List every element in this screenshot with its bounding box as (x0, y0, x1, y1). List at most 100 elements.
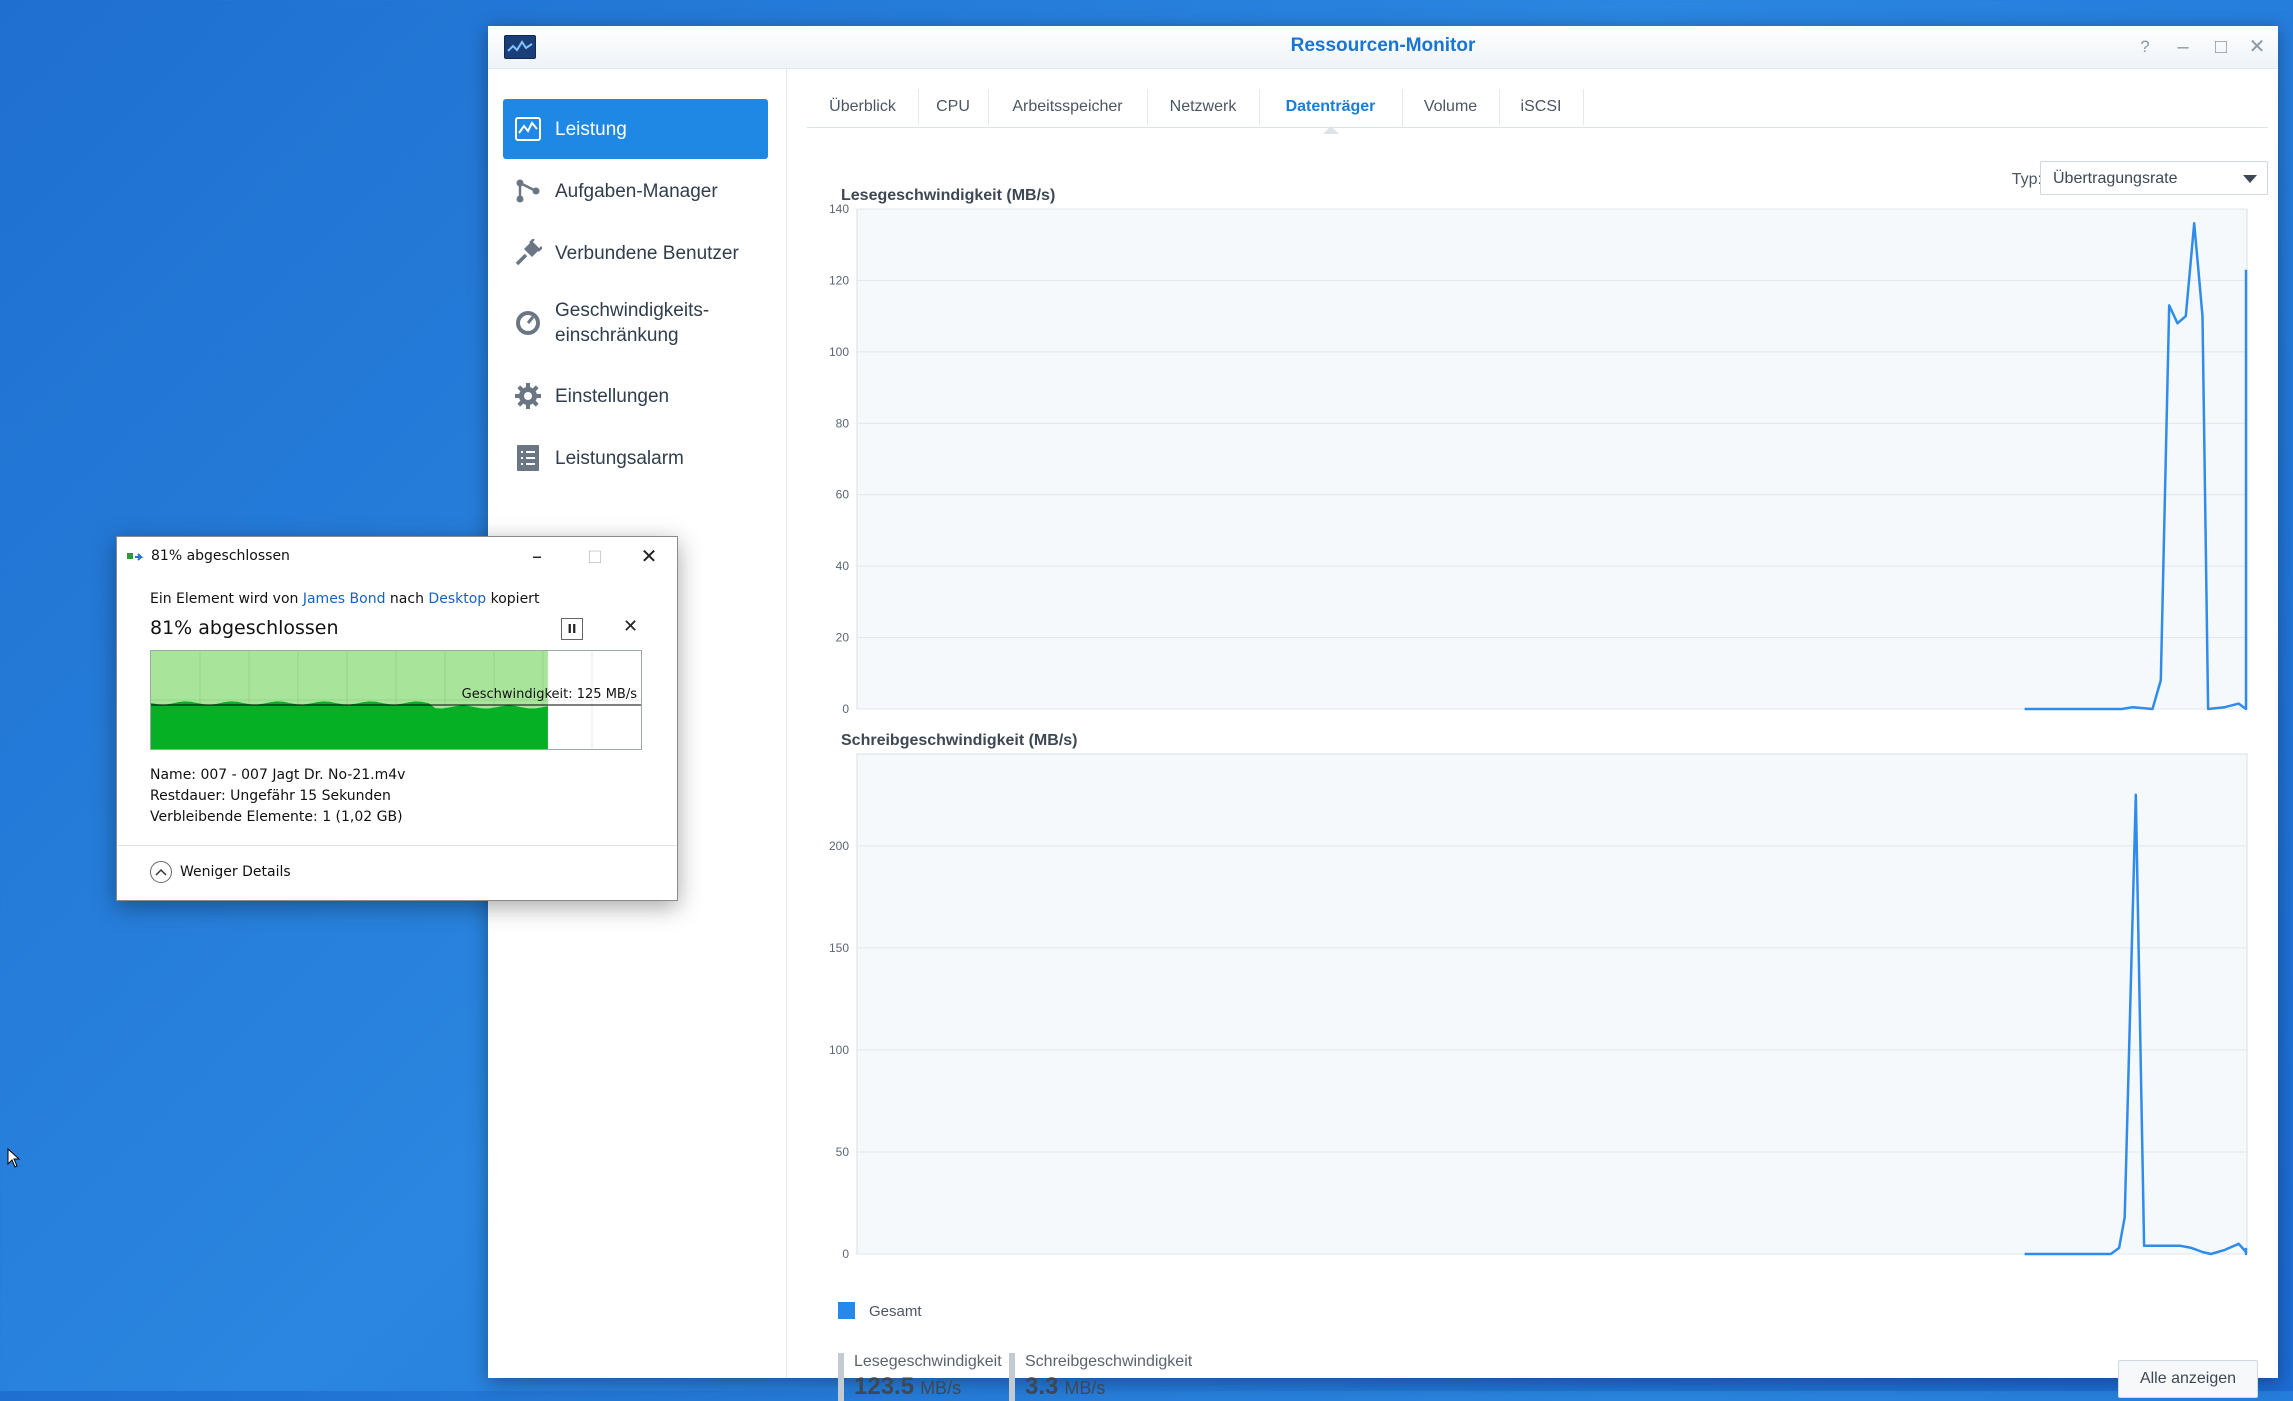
read-chart-tick-label: 60 (836, 488, 850, 502)
sidebar-item-aufgaben-manager[interactable]: Aufgaben-Manager (503, 161, 768, 221)
sidebar-item-leistung[interactable]: Leistung (503, 99, 768, 159)
sidebar-item-label: Verbundene Benutzer (555, 242, 739, 264)
type-select-value: Übertragungsrate (2053, 170, 2178, 187)
read-speed-chart: 0 20 40 60 80 100 120 140 (829, 202, 2248, 716)
copy-description-suffix: kopiert (486, 591, 540, 607)
tab-cpu[interactable]: CPU (918, 89, 989, 125)
read-speed-label: Lesegeschwindigkeit (854, 1353, 1002, 1370)
mouse-cursor-icon (7, 1148, 21, 1168)
write-chart-tick-label: 150 (829, 941, 849, 955)
read-chart-tick-label: 140 (829, 202, 849, 216)
active-tab-indicator (1322, 126, 1339, 134)
cancel-copy-button[interactable]: ✕ (623, 616, 638, 637)
title-bar: Ressourcen-Monitor ? – □ ✕ (488, 26, 2278, 69)
copy-progress-dialog: 81% abgeschlossen – □ ✕ Ein Element wird… (116, 536, 678, 901)
resource-monitor-window: Ressourcen-Monitor ? – □ ✕ Leistung Aufg… (488, 26, 2278, 1401)
write-chart-plot-area (856, 753, 2248, 1255)
file-name: Name: 007 - 007 Jagt Dr. No-21.m4v (150, 767, 406, 783)
copy-description-mid: nach (385, 591, 429, 607)
read-chart-tick-label: 40 (836, 559, 850, 573)
dialog-minimize-button[interactable]: – (517, 541, 557, 571)
copy-details: Name: 007 - 007 Jagt Dr. No-21.m4v Restd… (150, 765, 405, 828)
minimize-button[interactable]: – (2170, 34, 2196, 60)
sidebar-item-label: Aufgaben-Manager (555, 180, 718, 202)
gear-icon (513, 381, 543, 411)
sidebar-item-einstellungen[interactable]: Einstellungen (503, 366, 768, 426)
read-chart-tick-label: 120 (829, 273, 849, 287)
maximize-button[interactable]: □ (2208, 34, 2234, 60)
write-speed-stat: Schreibgeschwindigkeit 3.3 MB/s (1009, 1353, 1192, 1401)
remaining-items: Verbleibende Elemente: 1 (1,02 GB) (150, 809, 403, 825)
read-chart-tick-label: 20 (836, 631, 850, 645)
write-chart-title: Schreibgeschwindigkeit (MB/s) (841, 732, 1078, 749)
sidebar-item-leistungsalarm[interactable]: Leistungsalarm (503, 428, 768, 488)
speed-limit-icon (513, 308, 543, 338)
remaining-time: Restdauer: Ungefähr 15 Sekunden (150, 788, 391, 804)
close-button[interactable]: ✕ (2244, 34, 2270, 60)
tab-datentraeger[interactable]: Datenträger (1259, 89, 1403, 134)
main-panel: Überblick CPU Arbeitsspeicher Netzwerk D… (787, 69, 2278, 1401)
progress-heading: 81% abgeschlossen (150, 617, 339, 639)
transfer-speed-graph: Geschwindigkeit: 125 MB/s (150, 650, 642, 750)
read-chart-plot-area (856, 208, 2248, 710)
write-speed-unit: MB/s (1064, 1378, 1106, 1398)
pause-button[interactable]: II (561, 618, 583, 640)
sidebar-item-geschwindigkeitseinschraenkung[interactable]: Geschwindigkeits- einschränkung (503, 287, 768, 359)
write-chart-tick-label: 200 (829, 839, 849, 853)
destination-link[interactable]: Desktop (428, 591, 486, 607)
write-speed-chart: 0 50 100 150 200 (829, 753, 2248, 1261)
source-link[interactable]: James Bond (303, 591, 386, 607)
sidebar-item-label: Leistung (555, 118, 627, 140)
copy-description-prefix: Ein Element wird von (150, 591, 303, 607)
sidebar-item-label-group: Geschwindigkeits- einschränkung (555, 298, 709, 348)
tab-ueberblick[interactable]: Überblick (807, 89, 919, 125)
dialog-maximize-button: □ (587, 546, 603, 565)
tab-iscsi[interactable]: iSCSI (1499, 89, 1584, 125)
sidebar-item-label: Geschwindigkeits- (555, 300, 710, 321)
window-title: Ressourcen-Monitor (1290, 35, 1476, 56)
read-chart-tick-label: 80 (836, 416, 850, 430)
plug-icon (513, 238, 543, 268)
help-button[interactable]: ? (2132, 34, 2158, 60)
dialog-close-button[interactable]: ✕ (629, 541, 669, 571)
type-select[interactable]: Übertragungsrate (2040, 161, 2268, 195)
less-details-label: Weniger Details (180, 864, 291, 880)
tab-volume[interactable]: Volume (1402, 89, 1500, 125)
read-speed-value: 123.5 (854, 1373, 915, 1400)
write-speed-value: 3.3 (1025, 1373, 1059, 1400)
performance-chart-icon (513, 114, 543, 144)
sidebar-item-label-line2: einschränkung (555, 325, 679, 346)
sidebar-item-label: Leistungsalarm (555, 447, 684, 469)
transfer-speed-area (151, 701, 548, 749)
less-details-toggle[interactable]: Weniger Details (150, 861, 291, 883)
tab-bar: Überblick CPU Arbeitsspeicher Netzwerk D… (807, 89, 2268, 134)
chevron-down-icon (2243, 175, 2257, 183)
transfer-speed-text: Geschwindigkeit: 125 MB/s (461, 687, 637, 702)
write-chart-tick-label: 50 (836, 1145, 850, 1159)
sidebar-item-label: Einstellungen (555, 385, 670, 407)
read-chart-tick-label: 0 (842, 702, 849, 716)
read-chart-title: Lesegeschwindigkeit (MB/s) (841, 187, 1056, 204)
dialog-divider (117, 845, 677, 846)
tab-netzwerk[interactable]: Netzwerk (1147, 89, 1260, 125)
legend-swatch (838, 1302, 855, 1319)
alarm-list-icon (513, 443, 543, 473)
read-speed-unit: MB/s (920, 1378, 962, 1398)
sidebar-item-verbundene-benutzer[interactable]: Verbundene Benutzer (503, 223, 768, 283)
copy-description: Ein Element wird von James Bond nach Des… (150, 591, 539, 607)
dialog-title: 81% abgeschlossen (151, 548, 290, 564)
read-chart-tick-label: 100 (829, 345, 849, 359)
write-chart-tick-label: 100 (829, 1043, 849, 1057)
legend-label: Gesamt (869, 1303, 922, 1320)
read-speed-value-row: 123.5 MB/s (854, 1373, 1002, 1401)
type-label: Typ: (2011, 171, 2042, 188)
chevron-up-icon (150, 861, 172, 883)
copy-transfer-icon (127, 553, 144, 561)
read-speed-stat: Lesegeschwindigkeit 123.5 MB/s (838, 1353, 1002, 1401)
show-all-button[interactable]: Alle anzeigen (2118, 1360, 2258, 1398)
task-manager-icon (513, 176, 543, 206)
tab-datentraeger-label: Datenträger (1285, 98, 1376, 115)
write-chart-tick-label: 0 (842, 1247, 849, 1261)
tab-arbeitsspeicher[interactable]: Arbeitsspeicher (988, 89, 1148, 125)
write-speed-value-row: 3.3 MB/s (1025, 1373, 1192, 1401)
